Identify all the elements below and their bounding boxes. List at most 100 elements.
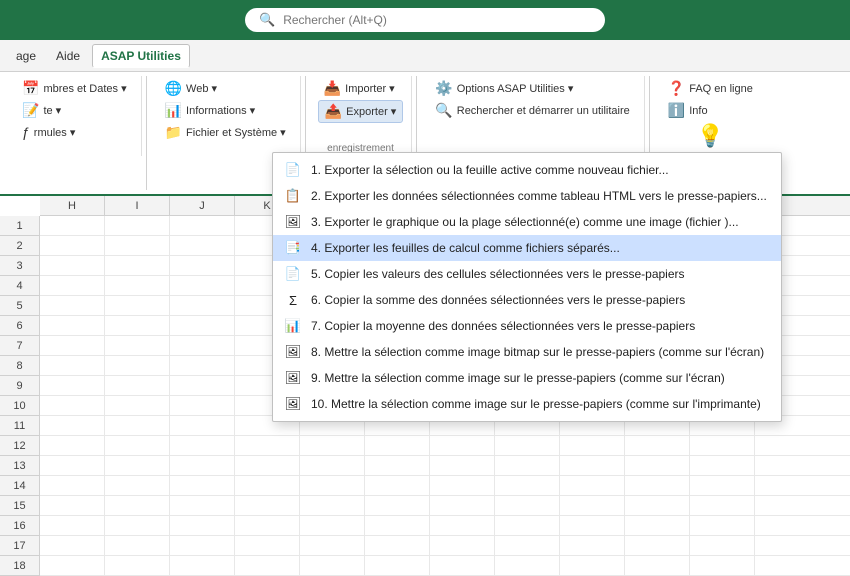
cell[interactable] xyxy=(40,456,105,476)
cell[interactable] xyxy=(170,496,235,516)
cell[interactable] xyxy=(40,476,105,496)
cell[interactable] xyxy=(625,496,690,516)
cell[interactable] xyxy=(625,556,690,576)
dropdown-item-item6[interactable]: Σ6. Copier la somme des données sélectio… xyxy=(273,287,781,313)
cell[interactable] xyxy=(300,436,365,456)
menu-item-aide[interactable]: Aide xyxy=(48,45,88,67)
cell[interactable] xyxy=(625,456,690,476)
cell[interactable] xyxy=(170,516,235,536)
formules-button[interactable]: ƒ rmules ▾ xyxy=(16,122,133,142)
cell[interactable] xyxy=(560,556,625,576)
cell[interactable] xyxy=(105,236,170,256)
cell[interactable] xyxy=(560,516,625,536)
cell[interactable] xyxy=(690,536,755,556)
cell[interactable] xyxy=(495,556,560,576)
cell[interactable] xyxy=(365,516,430,536)
cell[interactable] xyxy=(40,556,105,576)
cell[interactable] xyxy=(235,476,300,496)
cell[interactable] xyxy=(170,416,235,436)
exporter-button[interactable]: 📤 Exporter ▾ xyxy=(318,100,404,123)
cell[interactable] xyxy=(625,476,690,496)
rechercher-utilitaire-button[interactable]: 🔍 Rechercher et démarrer un utilitaire xyxy=(429,100,635,121)
cell[interactable] xyxy=(560,436,625,456)
cell[interactable] xyxy=(300,516,365,536)
cell[interactable] xyxy=(170,436,235,456)
cell[interactable] xyxy=(105,556,170,576)
cell[interactable] xyxy=(300,456,365,476)
cell[interactable] xyxy=(105,536,170,556)
cell[interactable] xyxy=(300,556,365,576)
options-button[interactable]: ⚙️ Options ASAP Utilities ▾ xyxy=(429,78,635,99)
nombres-dates-button[interactable]: 📅 mbres et Dates ▾ xyxy=(16,78,133,99)
cell[interactable] xyxy=(430,436,495,456)
cell[interactable] xyxy=(40,436,105,456)
faq-button[interactable]: ❓ FAQ en ligne xyxy=(662,78,759,99)
texte-button[interactable]: 📝 te ▾ xyxy=(16,100,133,121)
dropdown-item-item9[interactable]: 🖼9. Mettre la sélection comme image sur … xyxy=(273,365,781,391)
cell[interactable] xyxy=(690,556,755,576)
informations-button[interactable]: 📊 ASAP Utilities Informations ▾ xyxy=(159,100,292,121)
cell[interactable] xyxy=(495,516,560,536)
cell[interactable] xyxy=(235,436,300,456)
cell[interactable] xyxy=(495,496,560,516)
cell[interactable] xyxy=(690,456,755,476)
cell[interactable] xyxy=(105,276,170,296)
cell[interactable] xyxy=(170,236,235,256)
cell[interactable] xyxy=(430,476,495,496)
cell[interactable] xyxy=(40,296,105,316)
dropdown-item-item4[interactable]: 📑4. Exporter les feuilles de calcul comm… xyxy=(273,235,781,261)
cell[interactable] xyxy=(105,496,170,516)
cell[interactable] xyxy=(170,396,235,416)
info-button[interactable]: ℹ️ Info xyxy=(662,100,759,121)
search-box[interactable]: 🔍 xyxy=(245,8,605,32)
cell[interactable] xyxy=(105,356,170,376)
cell[interactable] xyxy=(170,456,235,476)
cell[interactable] xyxy=(430,496,495,516)
cell[interactable] xyxy=(40,536,105,556)
cell[interactable] xyxy=(365,436,430,456)
cell[interactable] xyxy=(40,356,105,376)
menu-item-age[interactable]: age xyxy=(8,45,44,67)
cell[interactable] xyxy=(690,516,755,536)
importer-button[interactable]: 📥 Importer ▾ xyxy=(318,78,404,99)
cell[interactable] xyxy=(40,396,105,416)
cell[interactable] xyxy=(560,496,625,516)
cell[interactable] xyxy=(495,456,560,476)
cell[interactable] xyxy=(625,536,690,556)
cell[interactable] xyxy=(495,436,560,456)
cell[interactable] xyxy=(560,476,625,496)
web-button[interactable]: 🌐 Web ▾ xyxy=(159,78,292,99)
cell[interactable] xyxy=(430,556,495,576)
cell[interactable] xyxy=(365,476,430,496)
cell[interactable] xyxy=(170,276,235,296)
menu-item-asap[interactable]: ASAP Utilities xyxy=(92,44,190,68)
cell[interactable] xyxy=(300,496,365,516)
cell[interactable] xyxy=(170,316,235,336)
cell[interactable] xyxy=(170,356,235,376)
cell[interactable] xyxy=(300,476,365,496)
cell[interactable] xyxy=(625,436,690,456)
cell[interactable] xyxy=(625,516,690,536)
cell[interactable] xyxy=(170,376,235,396)
dropdown-item-item5[interactable]: 📄5. Copier les valeurs des cellules séle… xyxy=(273,261,781,287)
cell[interactable] xyxy=(690,436,755,456)
cell[interactable] xyxy=(40,516,105,536)
cell[interactable] xyxy=(105,336,170,356)
cell[interactable] xyxy=(105,476,170,496)
cell[interactable] xyxy=(170,556,235,576)
cell[interactable] xyxy=(300,536,365,556)
cell[interactable] xyxy=(235,496,300,516)
dropdown-item-item7[interactable]: 📊7. Copier la moyenne des données sélect… xyxy=(273,313,781,339)
cell[interactable] xyxy=(105,376,170,396)
cell[interactable] xyxy=(40,216,105,236)
dropdown-item-item1[interactable]: 📄1. Exporter la sélection ou la feuille … xyxy=(273,157,781,183)
cell[interactable] xyxy=(235,556,300,576)
cell[interactable] xyxy=(40,236,105,256)
cell[interactable] xyxy=(235,456,300,476)
cell[interactable] xyxy=(40,316,105,336)
cell[interactable] xyxy=(170,476,235,496)
cell[interactable] xyxy=(105,416,170,436)
cell[interactable] xyxy=(365,456,430,476)
cell[interactable] xyxy=(495,536,560,556)
cell[interactable] xyxy=(365,496,430,516)
